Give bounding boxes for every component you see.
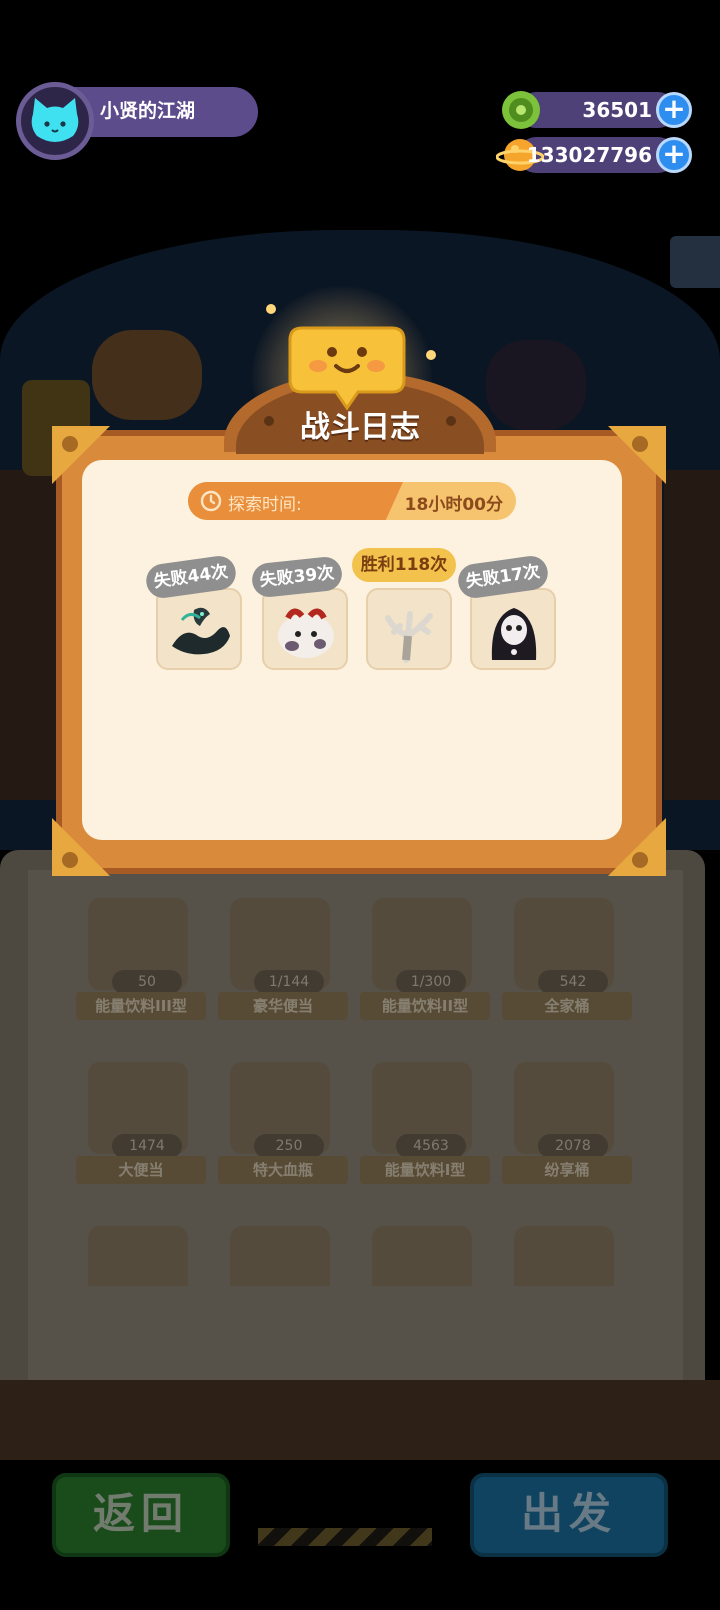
smiley-chat-mascot-icon [288, 326, 406, 411]
cow-demon-icon [278, 608, 334, 658]
result-tag: 胜利118次 [352, 548, 456, 582]
time-value: 18小时00分钟 [404, 495, 503, 515]
time-label: 探索时间: [228, 495, 302, 515]
enemy-record[interactable]: 胜利118次 [352, 548, 456, 670]
enemy-record[interactable]: 失败39次 [250, 555, 350, 670]
ghost-reaper-icon [491, 608, 537, 660]
sparkle-icon [266, 304, 276, 314]
enemy-record[interactable]: 失败44次 [144, 553, 244, 670]
dead-tree-icon [385, 611, 433, 663]
exploration-time-bar: 探索时间: 18小时00分钟 [188, 482, 516, 520]
clock-icon [200, 490, 222, 512]
coin-count: 133027796 [526, 143, 652, 167]
player-name: 小贤的江湖 [100, 100, 196, 122]
sparkle-icon [426, 350, 436, 360]
dragon-icon [172, 607, 230, 655]
add-gems-button[interactable]: + [656, 92, 692, 128]
add-coins-button[interactable]: + [656, 137, 692, 173]
cat-avatar-icon [31, 98, 79, 142]
enemy-record[interactable]: 失败17次 [456, 553, 558, 670]
gem-count: 36501 [582, 98, 652, 122]
